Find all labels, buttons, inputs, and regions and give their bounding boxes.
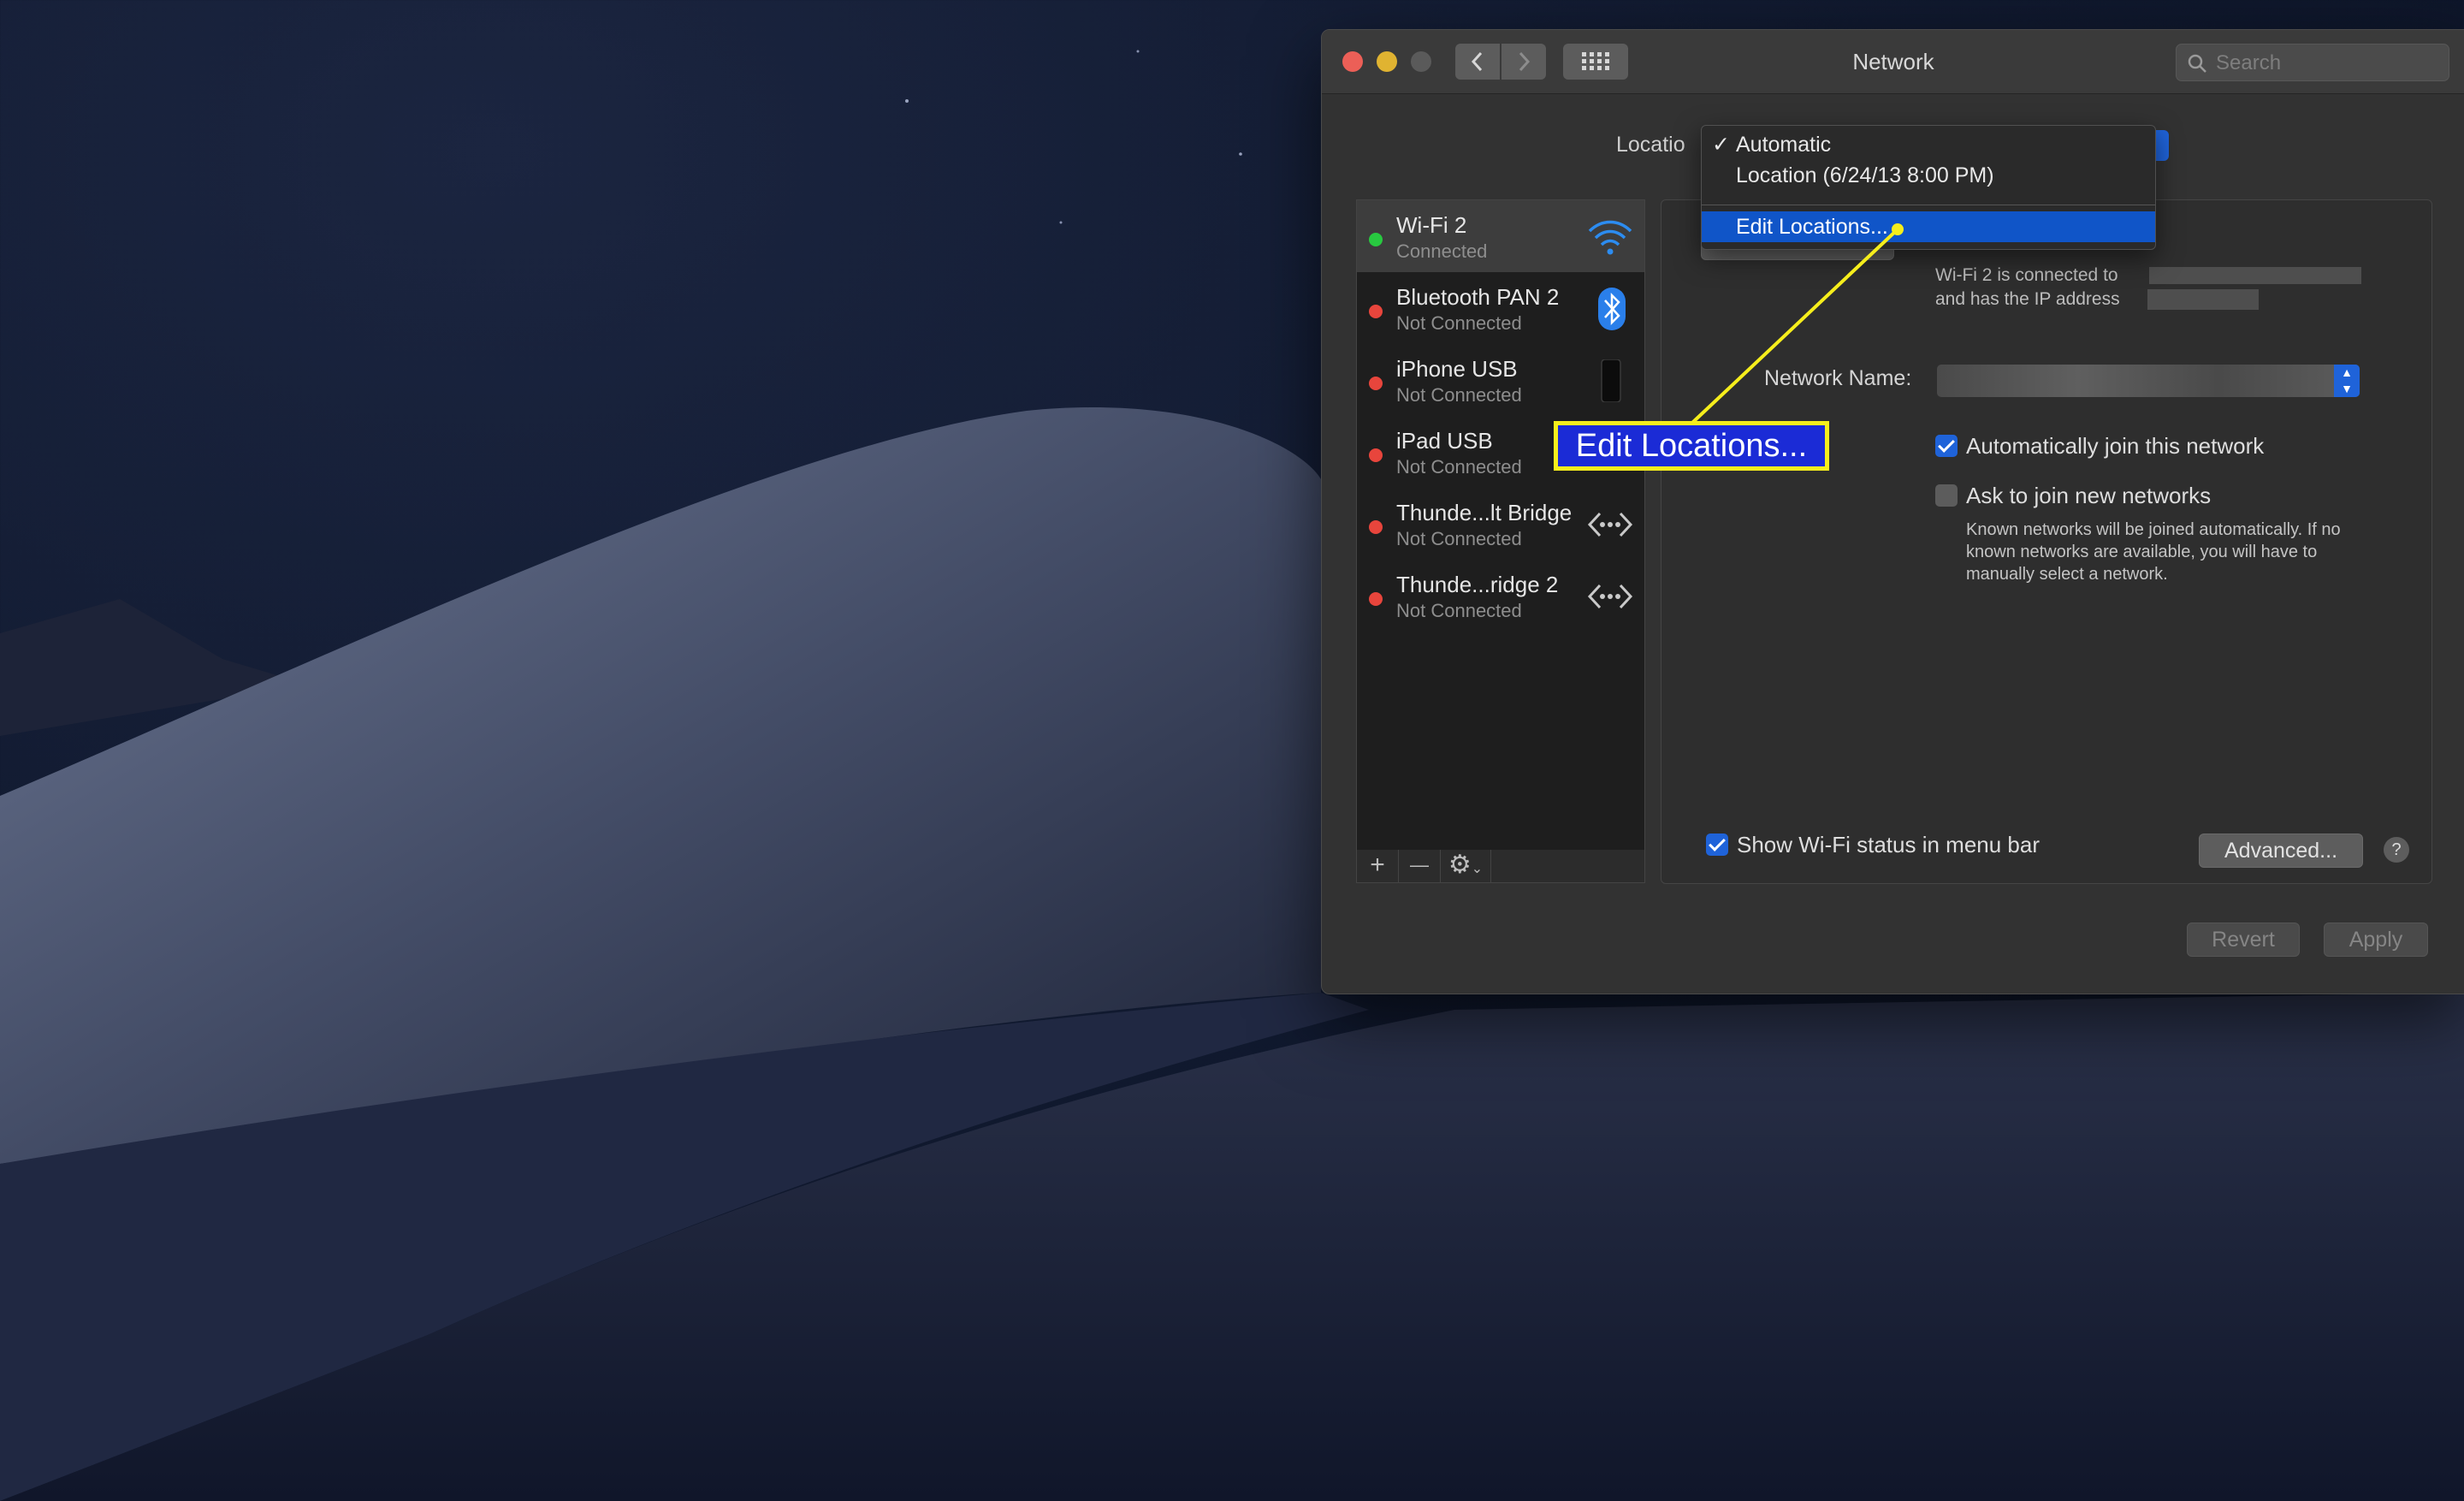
service-item-wifi-2[interactable]: Wi-Fi 2 Connected [1357, 200, 1644, 272]
menu-item-label: Location (6/24/13 8:00 PM) [1736, 163, 1994, 187]
service-item-thunderbolt-bridge[interactable]: Thunde...lt Bridge Not Connected [1357, 488, 1644, 560]
service-name: Thunde...ridge 2 [1396, 572, 1559, 597]
search-icon [2188, 54, 2206, 73]
search-field[interactable] [2176, 44, 2449, 81]
menu-item-label: Automatic [1736, 133, 1832, 157]
redacted-network [2149, 267, 2361, 284]
location-menu: ✓ Automatic Location (6/24/13 8:00 PM) E… [1701, 125, 2156, 250]
location-label: Locatio [1616, 133, 1685, 157]
service-list-toolbar: + — ⚙⌄ [1356, 850, 1645, 883]
remove-service-button[interactable]: — [1399, 850, 1441, 882]
gear-icon: ⚙ [1448, 851, 1472, 879]
redacted-ip [2147, 289, 2259, 310]
service-status: Connected [1396, 240, 1488, 262]
ask-join-label: Ask to join new networks [1966, 483, 2212, 508]
wifi-status-line-2: and has the IP address [1935, 289, 2120, 309]
service-item-bluetooth-pan-2[interactable]: Bluetooth PAN 2 Not Connected [1357, 272, 1644, 344]
ask-join-checkbox[interactable] [1935, 484, 1958, 507]
service-name: Thunde...lt Bridge [1396, 500, 1573, 525]
up-down-arrows-icon: ▲ ▼ [2334, 365, 2360, 397]
edit-locations-callout: Edit Locations... [1554, 421, 1829, 471]
gear-menu-button[interactable]: ⚙⌄ [1441, 850, 1491, 882]
revert-button[interactable]: Revert [2187, 923, 2300, 957]
service-status: Not Connected [1396, 528, 1522, 549]
checkmark-icon: ✓ [1712, 133, 1730, 157]
auto-join-checkbox[interactable] [1935, 435, 1958, 457]
service-name: iPad USB [1396, 428, 1493, 454]
status-dot [1369, 305, 1383, 318]
menu-item-edit-locations[interactable]: Edit Locations... [1702, 211, 2155, 242]
service-name: iPhone USB [1396, 356, 1518, 382]
add-service-button[interactable]: + [1357, 850, 1399, 882]
service-name: Bluetooth PAN 2 [1396, 284, 1560, 310]
wifi-icon [1588, 220, 1632, 255]
title-bar: Network [1322, 30, 2464, 94]
service-name: Wi-Fi 2 [1396, 212, 1467, 238]
service-status: Not Connected [1396, 312, 1522, 334]
menu-item-automatic[interactable]: ✓ Automatic [1702, 129, 2155, 160]
help-button[interactable]: ? [2384, 837, 2409, 863]
status-dot [1369, 233, 1383, 246]
service-item-iphone-usb[interactable]: iPhone USB Not Connected [1357, 344, 1644, 416]
menu-item-location-2013[interactable]: Location (6/24/13 8:00 PM) [1702, 160, 2155, 191]
join-help-text: Known networks will be joined automatica… [1966, 520, 2341, 584]
status-dot [1369, 448, 1383, 462]
service-status: Not Connected [1396, 384, 1522, 406]
status-dot [1369, 592, 1383, 606]
apply-button[interactable]: Apply [2324, 923, 2428, 957]
show-wifi-status-label: Show Wi-Fi status in menu bar [1737, 832, 2040, 857]
bluetooth-icon [1598, 288, 1626, 330]
status-dot [1369, 377, 1383, 390]
service-item-thunderbolt-bridge-2[interactable]: Thunde...ridge 2 Not Connected [1357, 560, 1644, 632]
auto-join-label: Automatically join this network [1966, 433, 2265, 459]
status-dot [1369, 520, 1383, 534]
show-wifi-status-checkbox[interactable] [1706, 834, 1728, 856]
advanced-button[interactable]: Advanced... [2199, 834, 2363, 868]
network-name-label: Network Name: [1764, 366, 1912, 390]
service-status: Not Connected [1396, 600, 1522, 621]
iphone-icon [1601, 359, 1621, 402]
service-list: Wi-Fi 2 Connected Bluetooth PAN 2 Not Co… [1356, 199, 1645, 851]
search-input[interactable] [2214, 50, 2440, 77]
thunderbolt-bridge-icon [1587, 512, 1633, 537]
menu-item-label: Edit Locations... [1736, 215, 1888, 239]
wifi-status-line-1: Wi-Fi 2 is connected to [1935, 265, 2118, 285]
chevron-down-icon: ⌄ [1471, 862, 1484, 876]
network-name-popup[interactable]: ▲ ▼ [1937, 365, 2360, 397]
service-status: Not Connected [1396, 456, 1522, 478]
thunderbolt-bridge-icon [1587, 584, 1633, 609]
